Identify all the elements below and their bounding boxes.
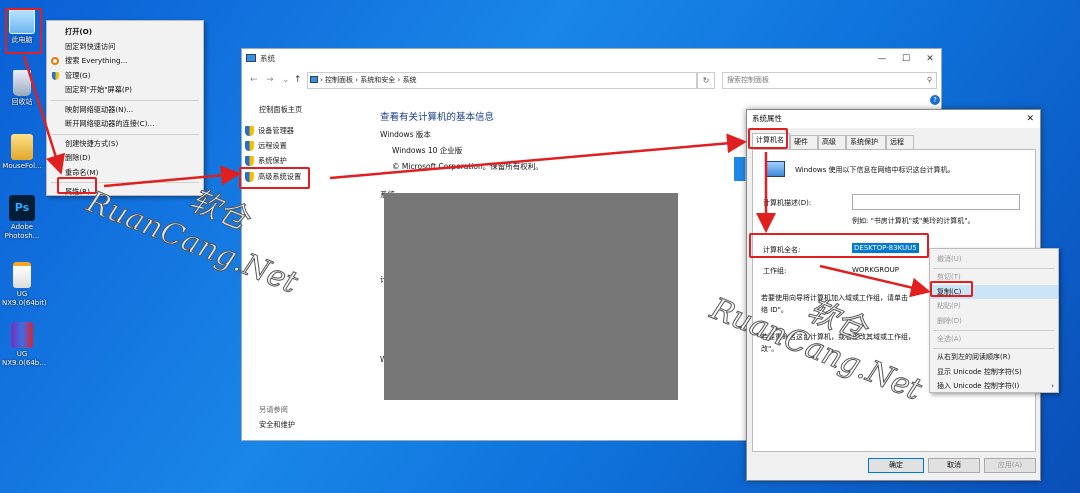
arrow-to-system-window [103,165,241,188]
arrow-to-copy [819,264,931,298]
arrow-to-dialog [329,133,747,180]
annotation-arrows [22,55,931,298]
arrow-to-properties [22,55,66,175]
